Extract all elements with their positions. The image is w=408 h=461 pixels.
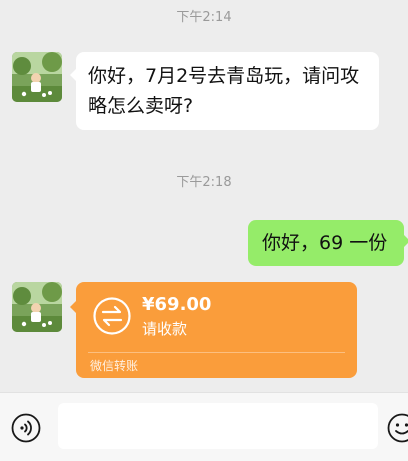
transfer-card[interactable]: ¥69.00 请收款 微信转账 [76, 282, 357, 378]
timestamp-1: 下午2:14 [0, 6, 408, 25]
transfer-arrows-icon [92, 296, 132, 336]
input-bar [0, 392, 408, 461]
transfer-amount: ¥69.00 [142, 294, 211, 315]
outgoing-message-bubble[interactable]: 你好，69 一份 [248, 220, 404, 266]
incoming-message-text: 你好，7月2号去青岛玩，请问攻略怎么卖呀? [88, 65, 359, 117]
avatar-image-2 [12, 282, 62, 332]
contact-avatar[interactable] [12, 52, 62, 102]
timestamp-2: 下午2:18 [0, 171, 408, 190]
transfer-divider [88, 352, 345, 353]
emoji-icon[interactable] [387, 413, 408, 443]
avatar-image [12, 52, 62, 102]
contact-avatar-2[interactable] [12, 282, 62, 332]
message-input[interactable] [58, 403, 378, 449]
transfer-status: 请收款 [142, 318, 187, 339]
outgoing-message-text: 你好，69 一份 [262, 232, 387, 254]
incoming-message-bubble[interactable]: 你好，7月2号去青岛玩，请问攻略怎么卖呀? [76, 52, 379, 130]
transfer-footer-label: 微信转账 [90, 357, 138, 374]
voice-icon[interactable] [11, 413, 41, 443]
